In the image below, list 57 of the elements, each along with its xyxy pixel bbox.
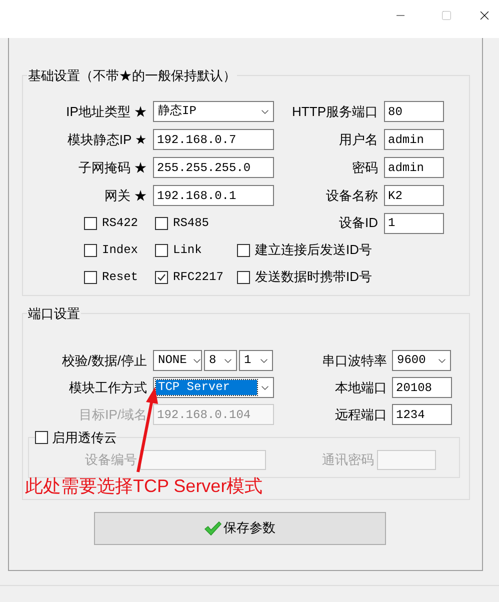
text-field[interactable] bbox=[377, 450, 436, 470]
text-field[interactable]: admin bbox=[384, 157, 444, 178]
dropdown[interactable]: 8 bbox=[204, 350, 237, 371]
checkbox-label: RFC2217 bbox=[173, 269, 224, 286]
field-label: 本地端口 bbox=[334, 378, 387, 397]
field-label: 通讯密码 bbox=[321, 450, 374, 469]
field-label: HTTP服务端口 bbox=[291, 102, 378, 121]
field-label: 校验/数据/停止 bbox=[60, 352, 147, 370]
checkbox-label: Reset bbox=[102, 269, 138, 286]
field-label: 密码 bbox=[351, 158, 378, 177]
checkbox[interactable] bbox=[237, 270, 250, 284]
checkbox[interactable] bbox=[155, 244, 168, 256]
checkbox-label: 建立连接后发送ID号 bbox=[255, 241, 372, 260]
text-field[interactable]: admin bbox=[384, 129, 444, 150]
checkbox[interactable] bbox=[84, 216, 97, 230]
checkbox-label: Link bbox=[173, 242, 202, 259]
field-label: 模块工作方式 bbox=[68, 378, 147, 397]
checkbox[interactable] bbox=[155, 216, 168, 230]
checkbox-label: Index bbox=[102, 242, 138, 259]
field-label: 串口波特率 bbox=[321, 352, 387, 370]
text-field[interactable]: 1 bbox=[384, 212, 444, 234]
text-field[interactable]: 192.168.0.7 bbox=[153, 129, 274, 150]
text-field[interactable]: 192.168.0.1 bbox=[153, 185, 274, 206]
text-field[interactable]: 20108 bbox=[392, 377, 452, 398]
field-label: 远程端口 bbox=[334, 406, 387, 424]
group-title: 端口设置 bbox=[27, 304, 81, 322]
checkbox[interactable] bbox=[155, 270, 168, 284]
field-label: 设备编号 bbox=[84, 450, 137, 469]
annotation-text: 此处需要选择TCP Server模式 bbox=[25, 475, 263, 497]
dropdown[interactable]: NONE bbox=[153, 350, 202, 371]
dropdown[interactable]: TCP Server bbox=[153, 377, 274, 398]
field-label: 目标IP/域名 bbox=[78, 406, 147, 424]
checkbox-label: RS485 bbox=[173, 215, 210, 232]
field-label: 设备名称 bbox=[325, 186, 378, 205]
checkbox[interactable] bbox=[35, 431, 48, 444]
text-field[interactable]: K2 bbox=[384, 185, 444, 206]
checkbox[interactable] bbox=[84, 244, 97, 256]
field-label: 设备ID bbox=[338, 214, 378, 232]
dropdown[interactable]: 1 bbox=[239, 350, 273, 371]
checkbox[interactable] bbox=[237, 244, 250, 256]
checkbox-label: 启用透传云 bbox=[52, 429, 117, 447]
field-label: 用户名 bbox=[338, 130, 378, 149]
dropdown[interactable]: 静态IP bbox=[153, 101, 274, 122]
dropdown[interactable]: 9600 bbox=[392, 350, 451, 371]
field-label: IP地址类型 ★ bbox=[65, 102, 147, 121]
field-label: 子网掩码 ★ bbox=[77, 158, 147, 177]
field-label: 模块静态IP ★ bbox=[66, 130, 147, 149]
text-field[interactable] bbox=[140, 450, 266, 470]
group-title: 基础设置（不带★的一般保持默认） bbox=[27, 67, 237, 85]
checkbox-label: 发送数据时携带ID号 bbox=[255, 268, 372, 286]
checkmark-icon bbox=[204, 520, 222, 536]
text-field[interactable]: 255.255.255.0 bbox=[153, 157, 274, 178]
checkbox[interactable] bbox=[84, 270, 97, 284]
field-label: 网关 ★ bbox=[103, 186, 147, 205]
text-field[interactable]: 80 bbox=[384, 101, 444, 122]
checkbox-label: RS422 bbox=[102, 215, 138, 232]
save-button[interactable]: 保存参数 bbox=[94, 512, 386, 544]
